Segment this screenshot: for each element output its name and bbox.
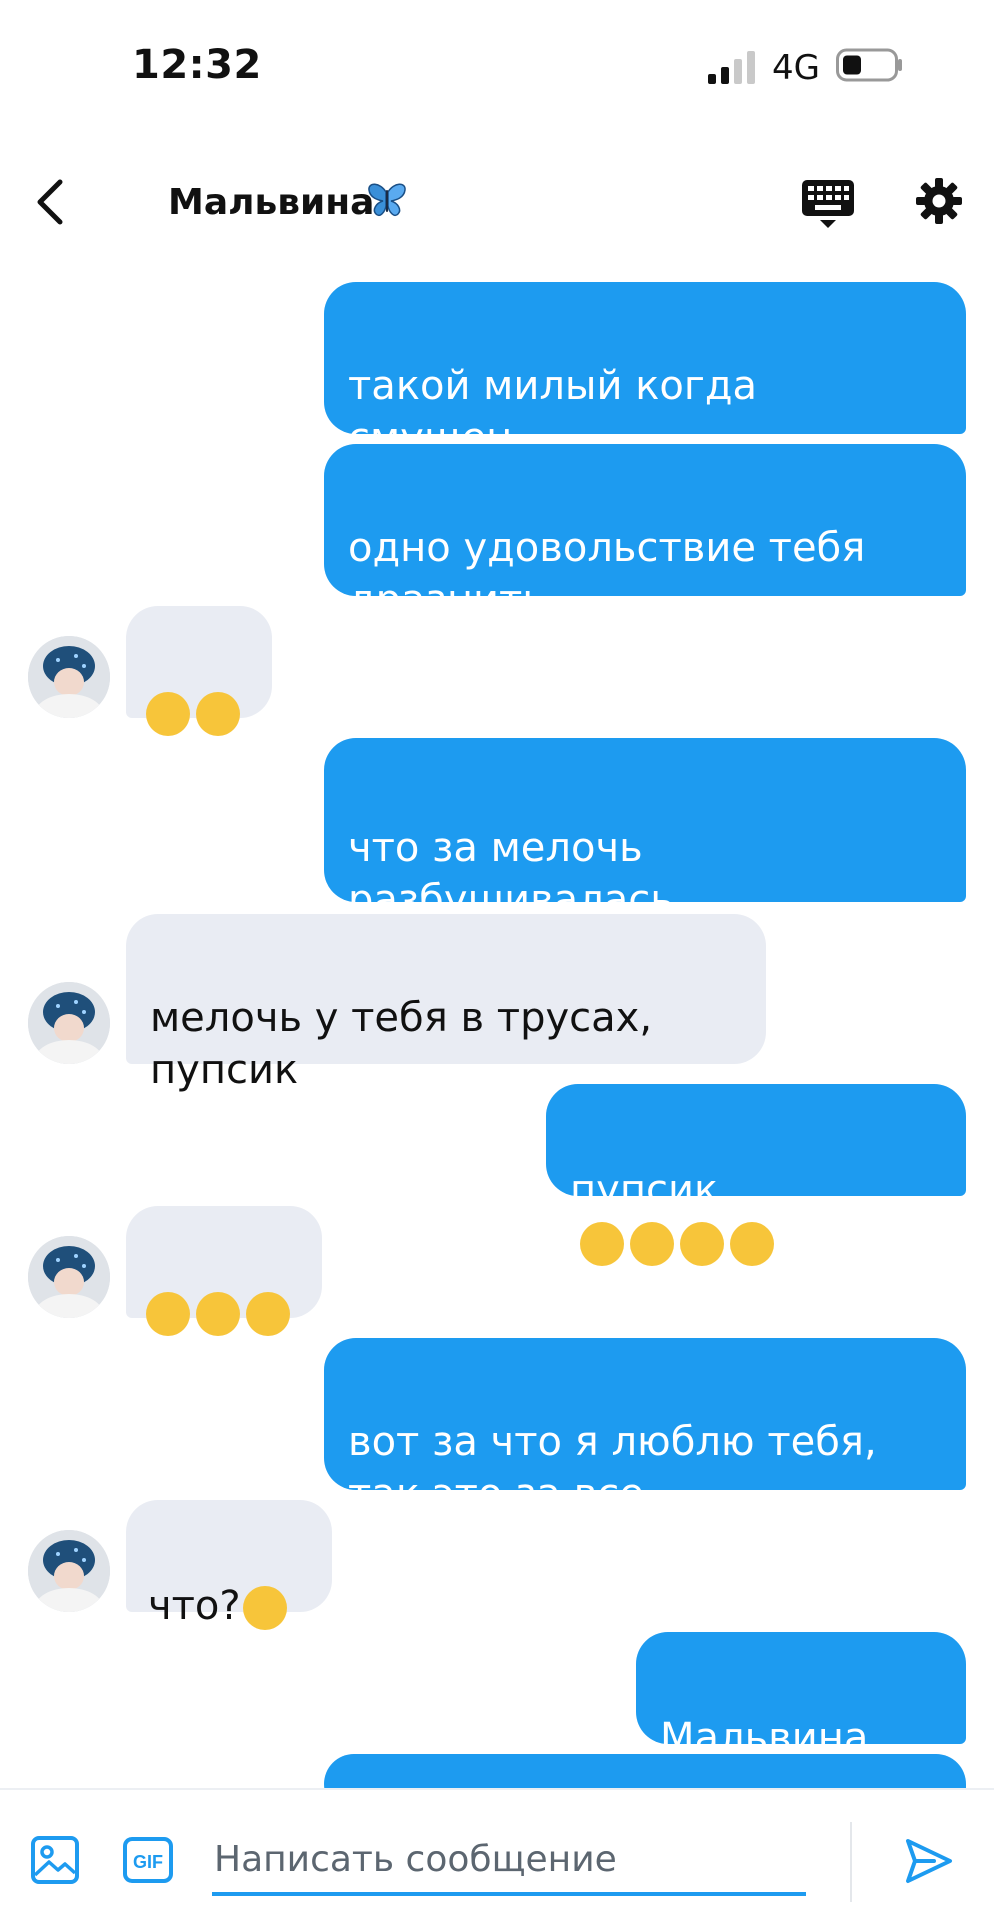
message-outgoing[interactable]: Мальвина [636,1632,966,1814]
avatar[interactable] [28,982,110,1064]
gif-label: GIF [133,1852,163,1872]
message-outgoing[interactable]: такой милый когда смущен [324,282,966,461]
avatar[interactable] [28,636,110,718]
message-incoming[interactable]: что? [126,1500,332,1630]
message-outgoing[interactable]: что за мелочь разбушивалась [324,738,966,976]
message-text: одно удовольствие тебя дразнить [348,525,866,623]
face-with-steam-icon [196,692,240,736]
avatar[interactable] [28,1530,110,1612]
avatar[interactable] [28,1236,110,1318]
message-outgoing[interactable]: одно удовольствие тебя дразнить [324,444,966,623]
keyboard-icon[interactable] [800,178,856,230]
settings-gear-icon[interactable] [914,176,964,226]
battery-icon [836,48,902,82]
chat-header: Мальвина [0,160,994,250]
message-text: пупсик [570,1167,719,1213]
vomiting-face-icon [246,1292,290,1336]
face-with-steam-icon [146,692,190,736]
message-incoming[interactable] [126,606,272,736]
status-time: 12:32 [132,42,262,88]
signal-strength-icon [708,51,755,84]
message-incoming[interactable]: мелочь у тебя в трусах, пупсик [126,914,766,1093]
back-arrow-icon[interactable] [30,174,70,230]
smiling-face-with-hearts-icon [730,1222,774,1266]
flushed-face-icon [242,1586,287,1630]
butterfly-icon [368,183,406,217]
message-input[interactable] [212,1826,806,1896]
status-bar: 12:32 4G [0,0,994,130]
contact-name[interactable]: Мальвина [168,182,374,223]
smiling-face-with-hearts-icon [680,1222,724,1266]
network-type: 4G [772,48,820,88]
loudly-crying-face-icon [630,1222,674,1266]
message-text: вот за что я люблю тебя, так это за все [348,1419,877,1517]
gif-button[interactable]: GIF [122,1836,174,1884]
message-text: мелочь у тебя в трусах, пупсик [150,995,653,1093]
loudly-crying-face-icon [580,1222,624,1266]
message-composer: GIF [0,1788,994,1922]
send-icon[interactable] [904,1836,954,1886]
message-incoming[interactable] [126,1206,322,1336]
message-outgoing[interactable]: пупсик [546,1084,966,1266]
message-text: что? [148,1583,241,1629]
vomiting-face-icon [146,1292,190,1336]
divider [850,1822,852,1902]
message-text: что за мелочь разбушивалась [348,825,674,923]
image-icon[interactable] [30,1835,80,1885]
vomiting-face-icon [196,1292,240,1336]
message-outgoing[interactable]: вот за что я люблю тебя, так это за все [324,1338,966,1517]
